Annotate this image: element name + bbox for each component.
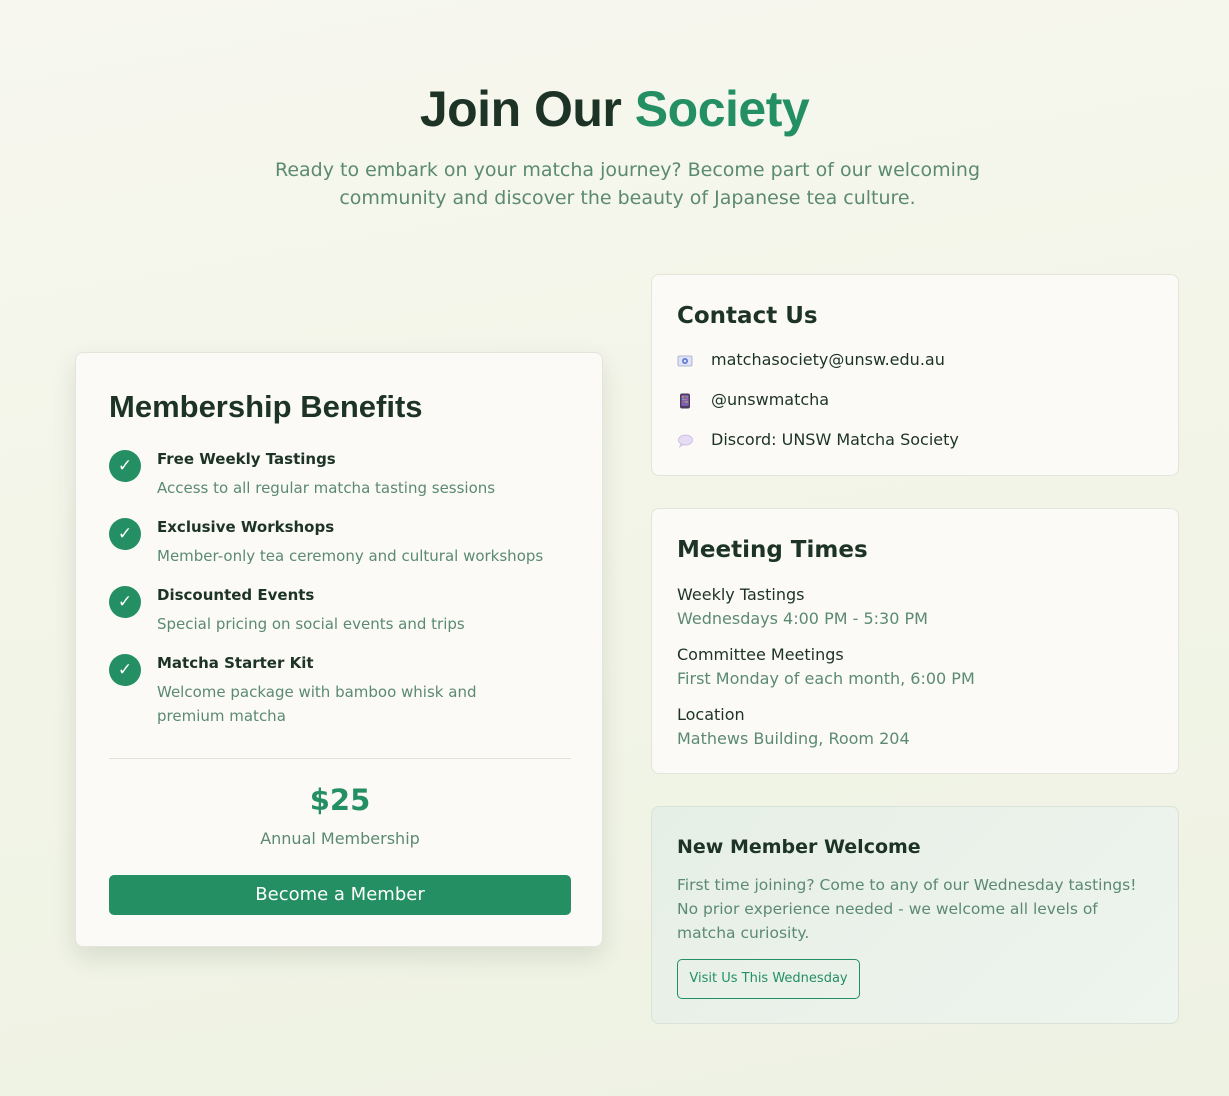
become-member-button[interactable]: Become a Member bbox=[109, 875, 571, 915]
divider bbox=[109, 758, 571, 759]
benefit-title: Free Weekly Tastings bbox=[157, 450, 336, 468]
new-member-welcome-card: New Member Welcome First time joining? C… bbox=[651, 806, 1179, 1024]
instagram-icon bbox=[677, 393, 693, 409]
meeting-label: Weekly Tastings bbox=[677, 585, 805, 604]
discord-icon bbox=[677, 433, 693, 449]
contact-instagram-text: @unswmatcha bbox=[711, 390, 830, 409]
meeting-value: First Monday of each month, 6:00 PM bbox=[677, 669, 975, 688]
membership-benefits-card: Membership Benefits ✓ Free Weekly Tastin… bbox=[75, 352, 603, 947]
contact-discord-text: Discord: UNSW Matcha Society bbox=[711, 430, 959, 449]
contact-email-text: matchasociety@unsw.edu.au bbox=[711, 350, 945, 369]
meeting-label: Location bbox=[677, 705, 745, 724]
page-subtitle: Ready to embark on your matcha journey? … bbox=[274, 159, 981, 209]
meeting-title: Meeting Times bbox=[677, 537, 868, 563]
benefit-title: Discounted Events bbox=[157, 586, 315, 604]
contact-item-email[interactable]: matchasociety@unsw.edu.au bbox=[677, 350, 1157, 372]
check-icon: ✓ bbox=[109, 518, 141, 550]
page-title-main: Join Our bbox=[419, 81, 635, 137]
contact-title: Contact Us bbox=[677, 303, 818, 329]
visit-wednesday-button[interactable]: Visit Us This Wednesday bbox=[677, 959, 860, 999]
check-icon: ✓ bbox=[109, 450, 141, 482]
contact-item-instagram[interactable]: @unswmatcha bbox=[677, 390, 1157, 412]
membership-price-label: Annual Membership bbox=[260, 829, 420, 848]
benefit-item: ✓ Free Weekly Tastings Access to all reg… bbox=[109, 450, 549, 500]
contact-card: Contact Us matchasociety@unsw.edu.au @un… bbox=[651, 274, 1179, 476]
meeting-times-card: Meeting Times Weekly Tastings Wednesdays… bbox=[651, 508, 1179, 774]
benefit-description: Member-only tea ceremony and cultural wo… bbox=[157, 547, 544, 565]
benefit-item: ✓ Exclusive Workshops Member-only tea ce… bbox=[109, 518, 549, 568]
benefit-description: Welcome package with bamboo whisk and pr… bbox=[157, 683, 477, 725]
membership-price: $25 bbox=[309, 783, 371, 817]
benefit-item: ✓ Matcha Starter Kit Welcome package wit… bbox=[109, 654, 549, 728]
email-icon bbox=[677, 353, 693, 369]
welcome-title: New Member Welcome bbox=[677, 836, 921, 858]
welcome-text: First time joining? Come to any of our W… bbox=[677, 876, 1137, 942]
benefits-title: Membership Benefits bbox=[109, 389, 423, 424]
benefit-title: Matcha Starter Kit bbox=[157, 654, 314, 672]
benefit-description: Access to all regular matcha tasting ses… bbox=[157, 479, 496, 497]
meeting-value: Mathews Building, Room 204 bbox=[677, 729, 910, 748]
contact-item-discord[interactable]: Discord: UNSW Matcha Society bbox=[677, 430, 1157, 452]
benefit-description: Special pricing on social events and tri… bbox=[157, 615, 465, 633]
check-icon: ✓ bbox=[109, 654, 141, 686]
page-title: Join Our Society bbox=[0, 80, 1229, 138]
page-title-accent: Society bbox=[634, 81, 810, 137]
meeting-value: Wednesdays 4:00 PM - 5:30 PM bbox=[677, 609, 928, 628]
check-icon: ✓ bbox=[109, 586, 141, 618]
benefit-title: Exclusive Workshops bbox=[157, 518, 335, 536]
meeting-label: Committee Meetings bbox=[677, 645, 844, 664]
benefit-item: ✓ Discounted Events Special pricing on s… bbox=[109, 586, 549, 636]
